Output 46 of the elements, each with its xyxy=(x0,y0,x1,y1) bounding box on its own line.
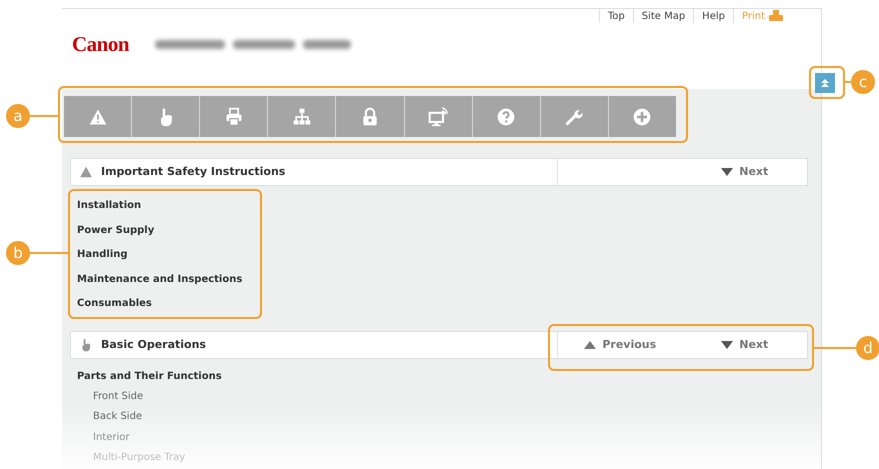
canon-logo: Canon xyxy=(72,31,130,58)
topic-link[interactable]: Consumables xyxy=(77,292,821,317)
toolbar-button[interactable] xyxy=(608,96,676,137)
toolbar-button[interactable] xyxy=(131,96,200,137)
topic-link[interactable]: Maintenance and Inspections xyxy=(77,268,821,292)
question-mark-icon xyxy=(496,106,516,126)
leader-line xyxy=(30,115,58,117)
printer-icon xyxy=(224,106,244,126)
callout-marker: d xyxy=(856,336,879,360)
plus-icon xyxy=(632,106,652,126)
header-link[interactable]: Top xyxy=(598,9,633,23)
previous-link[interactable]: Previous xyxy=(584,336,656,354)
subtopic-link[interactable]: Back Side xyxy=(93,407,821,428)
warning-icon xyxy=(79,165,93,179)
down-triangle-icon xyxy=(721,340,734,349)
scroll-top-button[interactable] xyxy=(815,73,835,93)
toolbar-button[interactable] xyxy=(64,96,132,137)
toolbar-button[interactable] xyxy=(540,96,608,137)
next-link[interactable]: Next xyxy=(721,336,768,354)
toolbar-button[interactable] xyxy=(335,96,404,137)
subtopic-link[interactable]: Front Side xyxy=(93,386,821,408)
toolbar-button[interactable] xyxy=(404,96,472,137)
next-link[interactable]: Next xyxy=(721,164,768,180)
up-triangle-icon xyxy=(584,340,596,349)
network-icon xyxy=(292,106,312,126)
double-up-arrow-icon xyxy=(820,78,830,88)
header-link[interactable]: Help xyxy=(693,9,733,23)
toolbar-button[interactable] xyxy=(199,96,268,137)
section-title: Basic Operations xyxy=(101,336,207,353)
callout-marker: c xyxy=(851,70,875,94)
callout-marker: a xyxy=(6,104,30,128)
topic-link[interactable]: Installation xyxy=(77,194,821,219)
section-title: Important Safety Instructions xyxy=(101,164,286,180)
printer-icon xyxy=(769,10,783,22)
toolbar-button[interactable] xyxy=(472,96,540,137)
toolbar-button[interactable] xyxy=(267,96,336,137)
header-link[interactable]: Site Map xyxy=(632,9,694,23)
leader-line xyxy=(30,252,68,254)
monitor-icon xyxy=(428,106,448,126)
callout-frame xyxy=(809,66,845,99)
down-triangle-icon xyxy=(721,168,734,176)
topic-link[interactable]: Power Supply xyxy=(77,218,821,244)
topic-link[interactable]: Parts and Their Functions xyxy=(77,366,821,387)
callout-marker: b xyxy=(6,241,30,265)
topic-link[interactable]: Handling xyxy=(77,243,821,268)
leader-line xyxy=(814,347,856,349)
